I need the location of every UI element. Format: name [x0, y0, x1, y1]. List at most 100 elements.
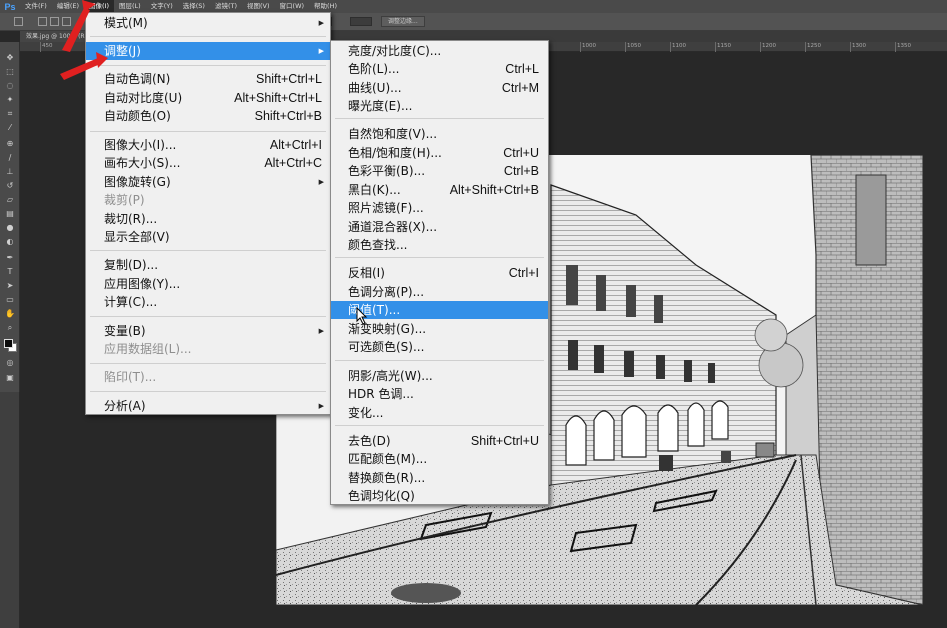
image-menu-item[interactable]: 变量(B) ▶ [86, 322, 330, 340]
menu-item-label: 调整(J) [104, 44, 141, 58]
menu-item-label: 反相(I) [348, 266, 385, 280]
menu-item-shortcut: Alt+Shift+Ctrl+B [449, 183, 539, 197]
menu-item-label: 显示全部(V) [104, 230, 170, 244]
stamp-icon[interactable]: ⊥ [4, 166, 16, 178]
image-menu-item[interactable]: 计算(C)... [86, 293, 330, 311]
blur-icon[interactable]: ● [4, 222, 16, 234]
menu-item-shortcut: Shift+Ctrl+B [254, 109, 322, 123]
menu-item-label: 曲线(U)... [348, 81, 402, 95]
ruler-number: 1250 [807, 43, 821, 49]
menu-item-label: 自然饱和度(V)... [348, 127, 438, 141]
adjustments-menu-item[interactable]: 变化... [331, 404, 548, 422]
menu-separator [90, 250, 326, 251]
image-menu-item[interactable]: 模式(M) ▶ [86, 14, 330, 32]
crop-icon[interactable]: ⌗ [4, 108, 16, 120]
adjustments-menu-item[interactable]: 曲线(U)... Ctrl+M [331, 79, 548, 97]
menu-item-label: 自动色调(N) [104, 72, 171, 86]
image-menu-item[interactable]: 复制(D)... [86, 256, 330, 274]
adjustments-menu-item[interactable]: 色调均化(Q) [331, 487, 548, 505]
magic-wand-icon[interactable]: ✦ [4, 94, 16, 106]
brush-icon[interactable]: ∕ [4, 152, 16, 164]
ruler-number: 1150 [717, 43, 731, 49]
image-menu-item[interactable]: 裁切(R)... [86, 210, 330, 228]
adjustments-menu-item[interactable]: 黑白(K)... Alt+Shift+Ctrl+B [331, 181, 548, 199]
screen-mode-icon[interactable]: ▣ [4, 372, 16, 384]
image-menu-item[interactable]: 图像大小(I)... Alt+Ctrl+I [86, 136, 330, 154]
type-icon[interactable]: T [4, 266, 16, 278]
new-selection-icon[interactable] [38, 17, 47, 26]
ruler-number: 1100 [672, 43, 686, 49]
menu-separator [90, 36, 326, 37]
image-menu-item[interactable]: 分析(A) ▶ [86, 397, 330, 415]
healing-icon[interactable]: ⊕ [4, 138, 16, 150]
ruler-number: 1300 [852, 43, 866, 49]
menu-item-shortcut: Alt+Ctrl+I [269, 138, 322, 152]
ps-logo: Ps [4, 1, 16, 12]
image-menu-item[interactable]: 图像旋转(G) ▶ [86, 173, 330, 191]
image-menu-item[interactable]: 应用图像(Y)... [86, 275, 330, 293]
move-icon[interactable]: ✥ [4, 52, 16, 64]
menu-item-label: 照片滤镜(F)... [348, 201, 424, 215]
adjustments-menu-item[interactable]: 阴影/高光(W)... [331, 367, 548, 385]
image-menu-item[interactable]: 自动颜色(O) Shift+Ctrl+B [86, 107, 330, 125]
menu-item-label: 陷印(T)... [104, 370, 157, 384]
menu-item-label: 裁剪(P) [104, 193, 145, 207]
menu-item-label: 变化... [348, 406, 384, 420]
adjustments-menu-item[interactable]: 照片滤镜(F)... [331, 199, 548, 217]
marquee-icon[interactable]: ⬚ [4, 66, 16, 78]
menu-item-label: 曝光度(E)... [348, 99, 413, 113]
menu-separator [90, 316, 326, 317]
shape-icon[interactable]: ▭ [4, 294, 16, 306]
menu-item-label: 色彩平衡(B)... [348, 164, 426, 178]
adjustments-menu-item[interactable]: 反相(I) Ctrl+I [331, 264, 548, 282]
hand-icon[interactable]: ✋ [4, 308, 16, 320]
height-field[interactable] [350, 17, 372, 26]
adjustments-menu-item[interactable]: 色相/饱和度(H)... Ctrl+U [331, 144, 548, 162]
adjustments-menu-item[interactable]: 自然饱和度(V)... [331, 125, 548, 143]
pen-icon[interactable]: ✒ [4, 252, 16, 264]
foreground-color-swatch[interactable] [4, 339, 13, 348]
adjustments-menu-item[interactable]: 可选颜色(S)... [331, 338, 548, 356]
ruler-number: 1050 [627, 43, 641, 49]
refine-edge-button[interactable]: 调整边缘... [381, 16, 425, 27]
adjustments-menu-item[interactable]: 匹配颜色(M)... [331, 450, 548, 468]
menu-item-label: 阴影/高光(W)... [348, 369, 433, 383]
quick-mask-icon[interactable]: ◎ [4, 357, 16, 369]
menu-separator [90, 391, 326, 392]
menu-separator [335, 425, 544, 426]
adjustments-menu-item[interactable]: 色调分离(P)... [331, 283, 548, 301]
menu-item-shortcut: Ctrl+M [501, 81, 539, 95]
menu-edit[interactable]: 编辑(E) [52, 0, 84, 13]
marquee-options-icon[interactable] [14, 17, 23, 26]
adjustments-menu-item[interactable]: 曝光度(E)... [331, 97, 548, 115]
adjustments-menu-item[interactable]: 颜色查找... [331, 236, 548, 254]
image-menu-item[interactable]: 画布大小(S)... Alt+Ctrl+C [86, 154, 330, 172]
adjustments-menu-item[interactable]: 替换颜色(R)... [331, 469, 548, 487]
adjustments-menu-item[interactable]: 去色(D) Shift+Ctrl+U [331, 432, 548, 450]
adjustments-menu-item[interactable]: 色彩平衡(B)... Ctrl+B [331, 162, 548, 180]
menu-item-label: HDR 色调... [348, 387, 414, 401]
add-selection-icon[interactable] [50, 17, 59, 26]
adjustments-menu-item[interactable]: HDR 色调... [331, 385, 548, 403]
adjustments-menu-item[interactable]: 色阶(L)... Ctrl+L [331, 60, 548, 78]
menu-file[interactable]: 文件(F) [20, 0, 52, 13]
zoom-icon[interactable]: ⌕ [4, 322, 16, 334]
gradient-icon[interactable]: ▤ [4, 208, 16, 220]
image-menu-item[interactable]: 调整(J) ▶ [86, 42, 330, 60]
lasso-icon[interactable]: ◌ [4, 80, 16, 92]
image-menu-item[interactable]: 自动色调(N) Shift+Ctrl+L [86, 70, 330, 88]
menu-item-label: 自动对比度(U) [104, 91, 183, 105]
adjustments-menu-item[interactable]: 亮度/对比度(C)... [331, 42, 548, 60]
subtract-selection-icon[interactable] [62, 17, 71, 26]
path-select-icon[interactable]: ➤ [4, 280, 16, 292]
menu-item-label: 色阶(L)... [348, 62, 400, 76]
menu-item-label: 色相/饱和度(H)... [348, 146, 442, 160]
image-menu-item: 陷印(T)... [86, 368, 330, 386]
adjustments-menu-item[interactable]: 通道混合器(X)... [331, 218, 548, 236]
eyedropper-icon[interactable]: ⁄ [4, 122, 16, 134]
dodge-icon[interactable]: ◐ [4, 236, 16, 248]
eraser-icon[interactable]: ▱ [4, 194, 16, 206]
history-brush-icon[interactable]: ↺ [4, 180, 16, 192]
image-menu-item[interactable]: 自动对比度(U) Alt+Shift+Ctrl+L [86, 89, 330, 107]
image-menu-item[interactable]: 显示全部(V) [86, 228, 330, 246]
